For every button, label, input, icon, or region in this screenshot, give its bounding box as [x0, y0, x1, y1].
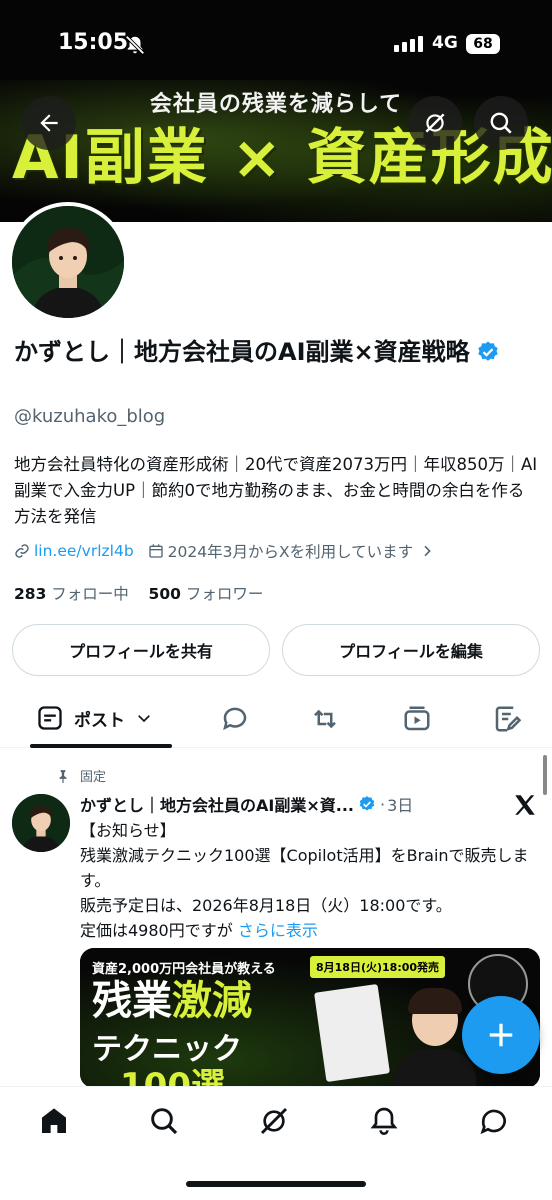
compose-post-button[interactable] — [462, 996, 540, 1074]
pinned-indicator: 固定 — [56, 766, 106, 785]
image-documents — [314, 983, 390, 1083]
show-more-link[interactable]: さらに表示 — [238, 921, 318, 940]
post-line: 【お知らせ】 — [80, 821, 176, 840]
image-date-badge: 8月18日(火)18:00発売 — [310, 956, 446, 978]
back-button[interactable] — [22, 96, 76, 150]
pinned-label: 固定 — [80, 770, 107, 785]
tab-reposts-icon[interactable] — [310, 704, 340, 734]
profile-handle: @kuzuhako_blog — [14, 406, 166, 427]
search-button[interactable] — [474, 96, 528, 150]
profile-name-block: かずとし｜地方会社員のAI副業×資産戦略 — [14, 336, 534, 369]
link-icon — [15, 544, 29, 558]
grok-button[interactable] — [408, 96, 462, 150]
profile-bio: 地方会社員特化の資産形成術｜20代で資産2073万円｜年収850万｜AI副業で入… — [14, 455, 538, 526]
arrow-left-icon — [40, 114, 58, 132]
verified-badge-icon — [359, 796, 375, 811]
chevron-down-icon — [138, 715, 150, 723]
active-tab-indicator — [30, 744, 172, 748]
chevron-right-icon[interactable] — [419, 543, 435, 559]
share-profile-button[interactable]: プロフィールを共有 — [12, 624, 270, 676]
banner-headline: AI副業 × 資産形成 — [12, 123, 552, 193]
bell-off-icon — [125, 35, 145, 55]
followers-link[interactable]: 500 フォロワー — [149, 585, 264, 603]
image-title: 残業激減 — [92, 980, 252, 1022]
following-count: 283 — [14, 585, 47, 603]
post-line: 販売予定日は、2026年8月18日（火）18:00です。 — [80, 896, 452, 915]
followers-label: フォロワー — [185, 585, 264, 603]
post-time: 3日 — [387, 796, 414, 815]
post-avatar[interactable] — [12, 794, 70, 852]
profile-tabs: ポスト — [0, 690, 552, 748]
post-line: 残業激減テクニック100選【Copilot活用】をBrainで販売します。 — [80, 846, 529, 890]
avatar — [12, 206, 124, 318]
joined-date[interactable]: 2024年3月からXを利用しています — [168, 540, 413, 562]
post-text[interactable]: 【お知らせ】 残業激減テクニック100選【Copilot活用】をBrainで販売… — [80, 818, 530, 943]
image-title-white: 残業 — [92, 978, 172, 1024]
search-icon — [490, 112, 512, 134]
status-bar: 15:05 4G 68 — [0, 0, 552, 86]
followers-count: 500 — [148, 585, 181, 603]
verified-badge-icon[interactable] — [476, 340, 500, 364]
tab-posts[interactable]: ポスト — [36, 704, 153, 732]
post-dot: · — [379, 794, 386, 814]
tab-posts-label: ポスト — [74, 710, 125, 731]
profile-avatar[interactable] — [8, 202, 128, 322]
plus-icon — [489, 1023, 513, 1047]
notifications-bell-icon[interactable] — [368, 1105, 400, 1137]
following-link[interactable]: 283 フォロー中 — [14, 585, 129, 603]
edit-profile-button[interactable]: プロフィールを編集 — [282, 624, 540, 676]
tab-replies-icon[interactable] — [220, 704, 250, 734]
follow-stats: 283 フォロー中 500 フォロワー — [14, 582, 263, 604]
image-title-green: 激減 — [172, 978, 252, 1024]
image-title-line3: 100選 — [120, 1066, 225, 1088]
network-type: 4G — [432, 33, 458, 53]
scrollbar[interactable] — [543, 755, 547, 795]
posts-tab-icon — [38, 706, 62, 730]
post-line-text: 定価は4980円ですが — [80, 921, 233, 940]
post-header: かずとし｜地方会社員のAI副業×資... · 3日 — [80, 792, 413, 816]
home-icon[interactable] — [38, 1105, 70, 1137]
battery-icon: 68 — [466, 34, 500, 54]
x-logo-icon[interactable] — [512, 792, 538, 818]
tab-videos-icon[interactable] — [402, 704, 432, 734]
tab-articles-icon[interactable] — [492, 704, 522, 734]
profile-name: かずとし｜地方会社員のAI副業×資産戦略 — [14, 338, 470, 366]
status-time: 15:05 — [58, 30, 129, 55]
post-line: 定価は4980円ですが さらに表示 — [80, 918, 530, 943]
banner-subtitle: 会社員の残業を減らして — [149, 92, 403, 117]
pin-icon — [59, 769, 67, 783]
home-indicator — [186, 1181, 366, 1187]
signal-icon — [394, 36, 423, 52]
calendar-icon — [148, 544, 163, 558]
following-label: フォロー中 — [51, 585, 129, 603]
profile-meta: lin.ee/vrlzl4b 2024年3月からXを利用しています — [14, 540, 435, 562]
grok-icon — [425, 113, 445, 133]
post-author-name[interactable]: かずとし｜地方会社員のAI副業×資... — [80, 792, 354, 816]
image-top-text: 資産2,000万円会社員が教える — [92, 962, 276, 977]
profile-link[interactable]: lin.ee/vrlzl4b — [34, 542, 134, 560]
grok-nav-icon[interactable] — [258, 1105, 290, 1137]
messages-icon[interactable] — [478, 1105, 510, 1137]
explore-search-icon[interactable] — [148, 1105, 180, 1137]
